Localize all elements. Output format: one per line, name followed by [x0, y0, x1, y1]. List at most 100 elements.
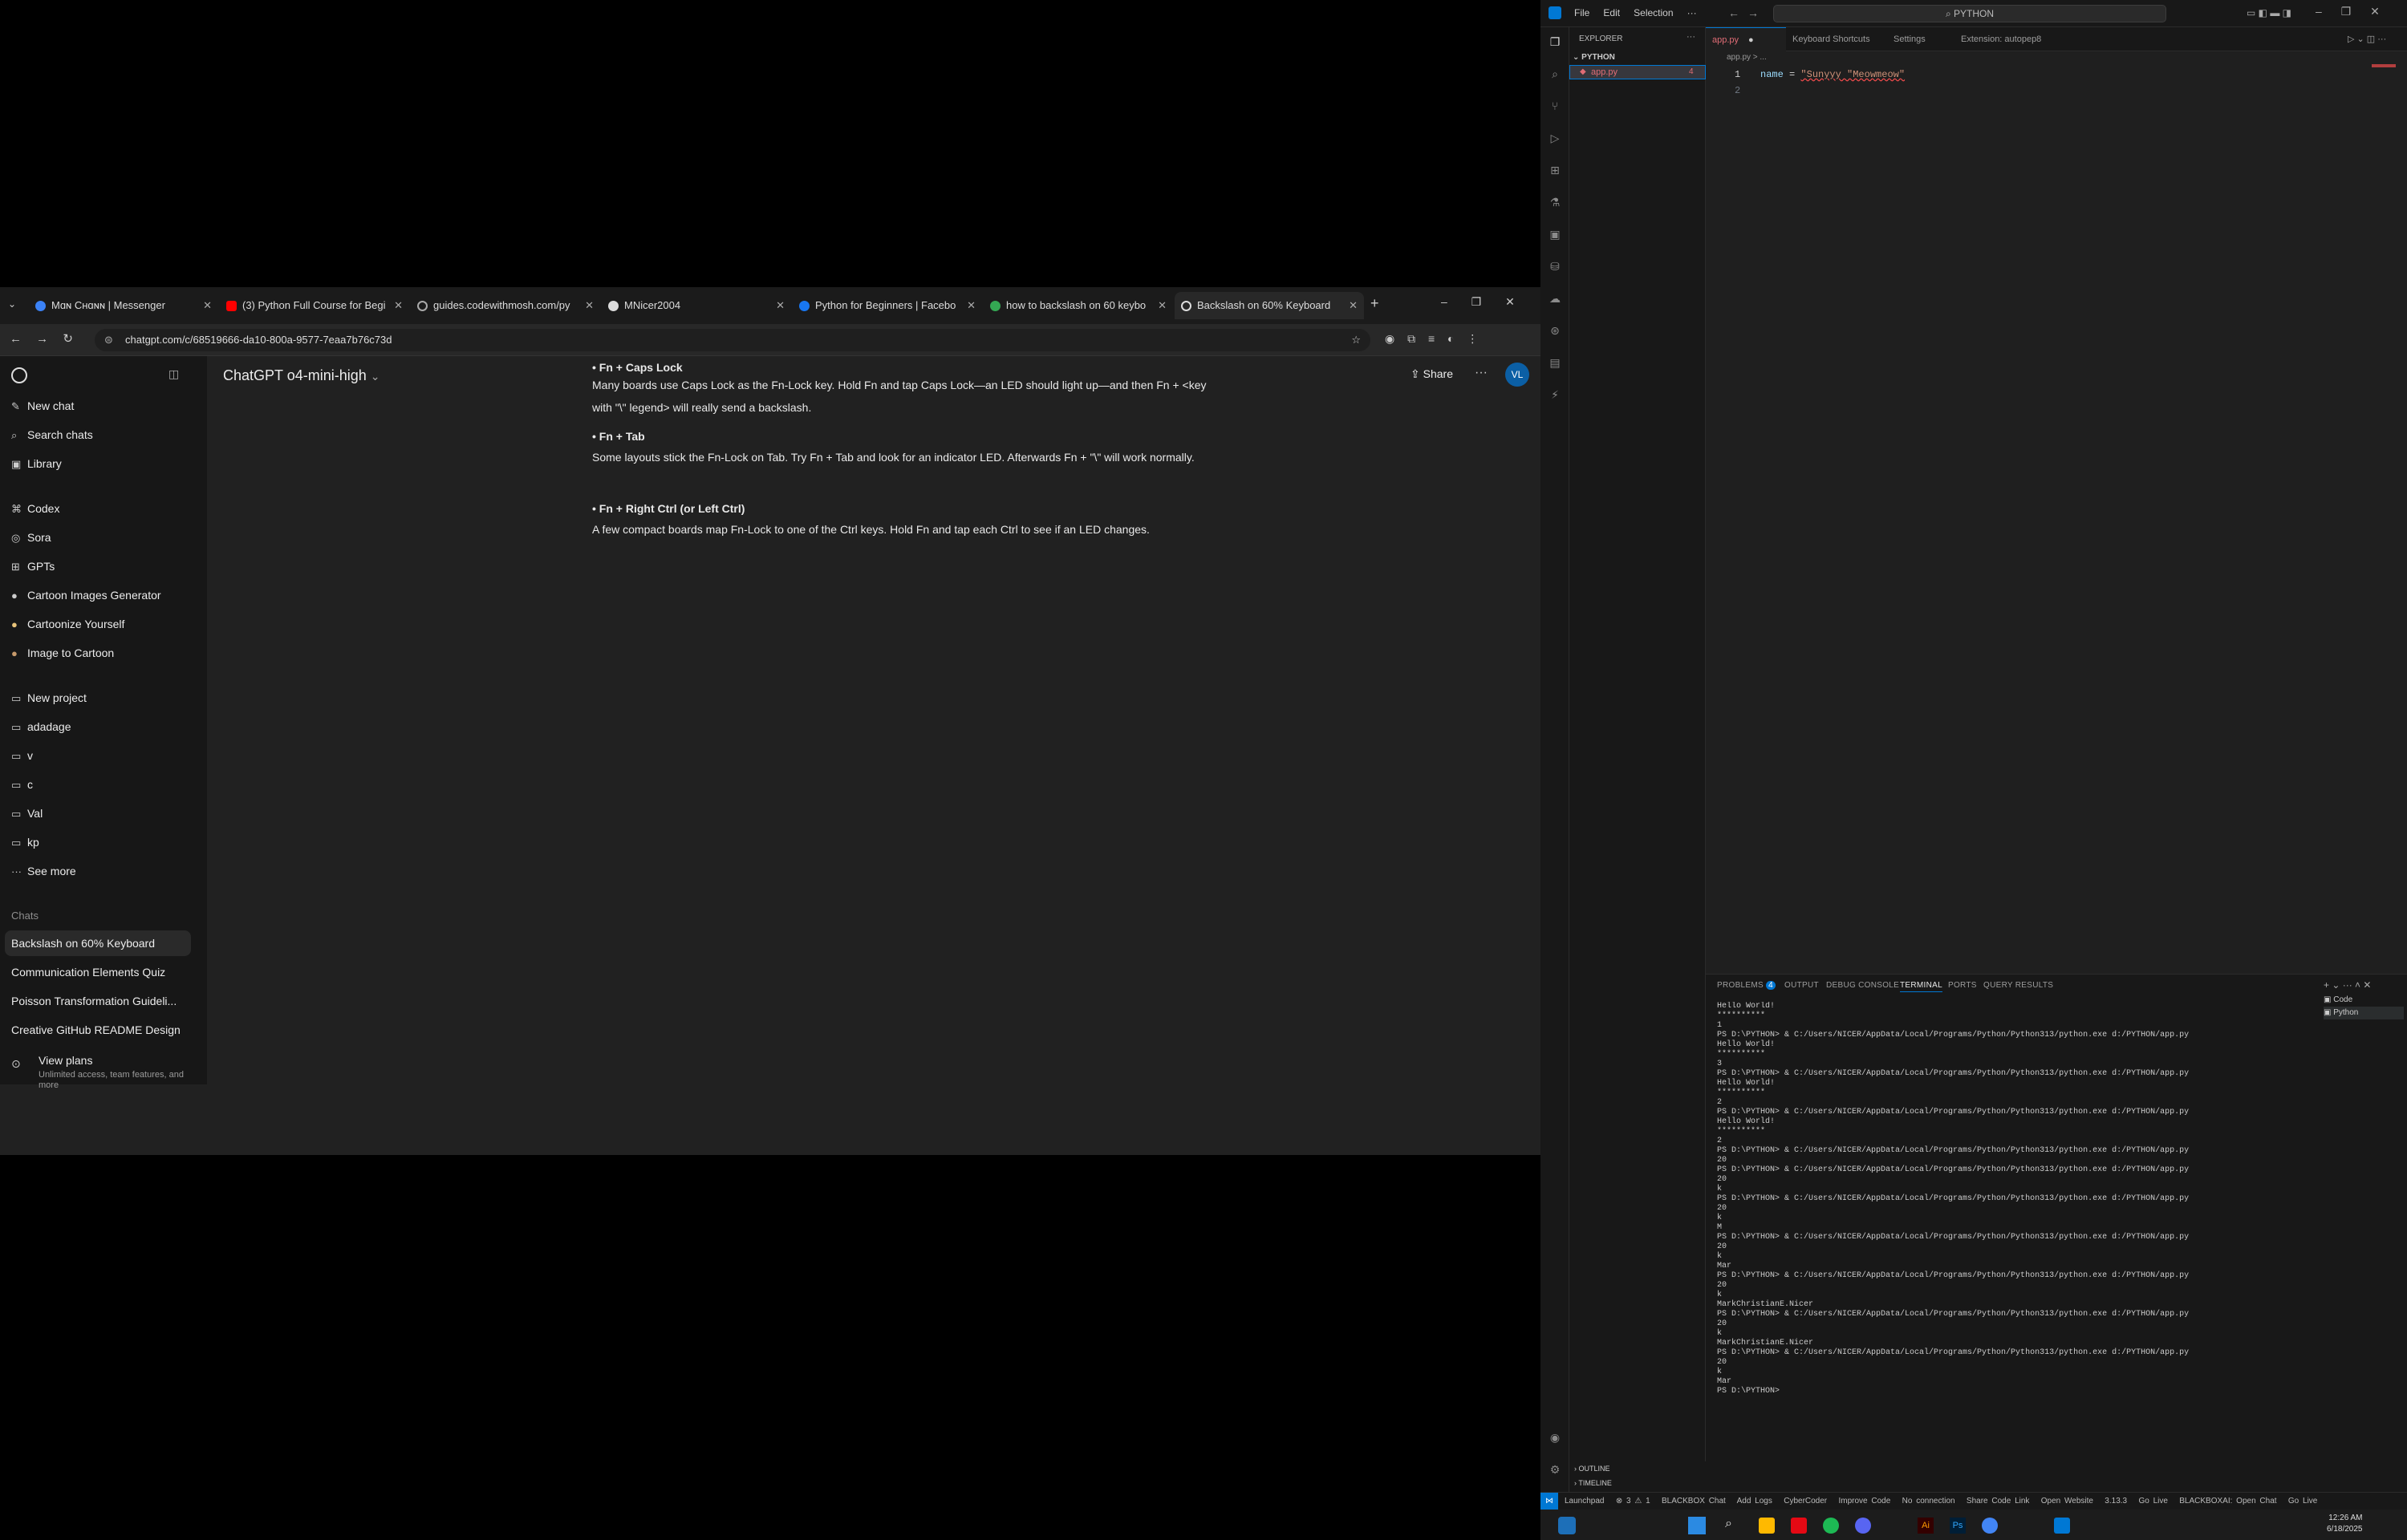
project-kp[interactable]: ▭ kp [11, 836, 39, 849]
bookmark-star-icon[interactable]: ☆ [1351, 329, 1361, 351]
discord-icon[interactable] [1855, 1518, 1871, 1534]
terminal-output[interactable]: Hello World! ********** 1 PS D:\PYTHON> … [1717, 1002, 2279, 1483]
tab-github[interactable]: MNicer2004 ✕ [602, 292, 791, 319]
site-info-icon[interactable]: ⊜ [104, 329, 113, 351]
url-bar[interactable]: ⊜ chatgpt.com/c/68519666-da10-800a-9577-7… [95, 329, 1370, 351]
chat-item[interactable]: Backslash on 60% Keyboard [11, 937, 155, 950]
tab-codewithmosh[interactable]: guides.codewithmosh.com/py ✕ [411, 292, 600, 319]
tab-output[interactable]: OUTPUT [1784, 981, 1819, 990]
run-python-icon[interactable]: ▷ ⌄ ◫ ··· [2348, 34, 2386, 44]
close-icon[interactable]: ✕ [394, 292, 403, 319]
tab-ports[interactable]: PORTS [1948, 981, 1977, 990]
tab-search-icon[interactable]: ⌄ [8, 298, 16, 310]
menu-edit[interactable]: Edit [1603, 7, 1620, 18]
tab-extension-autopep8[interactable]: Extension: autopep8 [1954, 27, 2091, 51]
manage-gear-icon[interactable]: ⚙ [1548, 1463, 1562, 1477]
openai-logo-icon[interactable] [11, 367, 27, 383]
nav-sora[interactable]: ◎ Sora [11, 531, 51, 545]
chat-item[interactable]: Communication Elements Quiz [11, 966, 165, 979]
vscode-taskbar-icon[interactable] [2054, 1518, 2070, 1534]
chat-icon[interactable]: ▤ [1548, 356, 1562, 371]
search-icon[interactable]: ⌕ [1725, 1517, 1732, 1531]
tab-app-py[interactable]: app.py ● [1706, 27, 1786, 51]
explorer-icon[interactable]: ❐ [1548, 35, 1562, 50]
avatar[interactable]: VL [1505, 363, 1529, 387]
extensions-toolbar[interactable]: ◉ ⧉ ≡ ◐ ⋮ [1385, 332, 1478, 346]
run-debug-icon[interactable]: ▷ [1548, 132, 1562, 146]
extensions-icon[interactable]: ⊞ [1548, 164, 1562, 178]
chat-item[interactable]: Poisson Transformation Guideli... [11, 995, 177, 1007]
tab-facebook[interactable]: Python for Beginners | Facebo ✕ [793, 292, 982, 319]
nav-see-more[interactable]: ··· See more [11, 865, 76, 877]
nav-search-chats[interactable]: ⌕ Search chats [11, 428, 93, 442]
share-button[interactable]: ⇪ Share [1411, 367, 1453, 381]
close-icon[interactable]: ✕ [1349, 292, 1358, 319]
close-sidebar-icon[interactable]: ◫ [168, 367, 179, 381]
netflix-icon[interactable] [1791, 1518, 1807, 1534]
tab-terminal[interactable]: TERMINAL [1900, 981, 1942, 992]
tab-chatgpt-active[interactable]: Backslash on 60% Keyboard ✕ [1175, 292, 1364, 319]
timeline-section[interactable]: › TIMELINE [1574, 1476, 1706, 1490]
illustrator-icon[interactable]: Ai [1918, 1518, 1934, 1534]
terminal-item-python[interactable]: ▣ Python [2324, 1007, 2404, 1019]
gpt-cartoonize-yourself[interactable]: ● Cartoonize Yourself [11, 618, 124, 630]
file-item-app-py[interactable]: ◆ app.py 4 [1569, 65, 1706, 79]
docker-icon[interactable]: ☁ [1548, 292, 1562, 306]
nav-back-icon[interactable]: ← [1728, 6, 1739, 19]
chat-item[interactable]: Creative GitHub README Design [11, 1023, 181, 1036]
widgets-icon[interactable] [1558, 1517, 1576, 1534]
model-selector[interactable]: ChatGPT o4-mini-high ⌄ [223, 367, 380, 384]
remote-indicator-icon[interactable]: ⋈ [1540, 1493, 1558, 1510]
explorer-more-icon[interactable]: ··· [1687, 32, 1695, 42]
project-val[interactable]: ▭ Val [11, 807, 43, 821]
tab-settings[interactable]: Settings [1887, 27, 1951, 51]
nav-gpts[interactable]: ⊞ GPTs [11, 560, 55, 573]
menu-more[interactable]: ··· [1687, 7, 1697, 18]
photoshop-icon[interactable]: Ps [1950, 1518, 1966, 1534]
close-icon[interactable]: ✕ [967, 292, 976, 319]
nav-forward-icon[interactable]: → [1747, 6, 1759, 19]
menu-file[interactable]: File [1574, 7, 1589, 18]
window-controls[interactable]: – ❐ ✕ [2316, 5, 2380, 18]
tab-problems[interactable]: PROBLEMS 4 [1717, 981, 1776, 990]
close-icon[interactable]: ✕ [776, 292, 785, 319]
nav-buttons[interactable]: ← → ↻ [10, 331, 73, 346]
nav-codex[interactable]: ⌘ Codex [11, 502, 59, 516]
account-icon[interactable]: ◉ [1548, 1431, 1562, 1445]
tab-youtube[interactable]: (3) Python Full Course for Begi ✕ [220, 292, 409, 319]
nav-new-chat[interactable]: ✎ New chat [11, 399, 74, 413]
project-c[interactable]: ▭ c [11, 778, 33, 792]
remote-explorer-icon[interactable]: ▣ [1548, 228, 1562, 242]
chrome-icon[interactable] [1982, 1518, 1998, 1534]
project-v[interactable]: ▭ v [11, 749, 33, 763]
source-control-icon[interactable]: ⑂ [1548, 99, 1562, 114]
terminal-item-code[interactable]: ▣ Code [2324, 994, 2404, 1007]
database-icon[interactable]: ⛁ [1548, 260, 1562, 274]
outline-section[interactable]: › OUTLINE [1574, 1461, 1706, 1476]
start-icon[interactable] [1688, 1517, 1706, 1534]
nav-new-project[interactable]: ▭ New project [11, 691, 87, 705]
gpt-cartoon-images-generator[interactable]: ● Cartoon Images Generator [11, 589, 161, 602]
spotify-icon[interactable] [1823, 1518, 1839, 1534]
browser-window-controls[interactable]: – ❐ ✕ [1441, 295, 1515, 309]
testing-icon[interactable]: ⚗ [1548, 196, 1562, 210]
tab-keyboard-shortcuts[interactable]: Keyboard Shortcuts [1786, 27, 1885, 51]
new-tab-button[interactable]: + [1370, 295, 1379, 312]
more-options-icon[interactable]: ··· [1475, 366, 1488, 380]
panel-actions-icon[interactable]: + ⌄ ··· ˄ ✕ [2324, 979, 2371, 991]
close-icon[interactable]: ✕ [585, 292, 594, 319]
tab-messenger[interactable]: Mɑɴ Cʜɑɴɴ | Messenger ✕ [29, 292, 218, 319]
nav-library[interactable]: ▣ Library [11, 457, 62, 471]
gpt-image-to-cartoon[interactable]: ● Image to Cartoon [11, 646, 114, 659]
code-editor[interactable]: app.py > ... 1 2 name = "Sunyyy "Meowmeo… [1706, 51, 2407, 974]
file-explorer-icon[interactable] [1759, 1518, 1775, 1534]
close-icon[interactable]: ✕ [203, 292, 212, 319]
search-icon[interactable]: ⌕ [1548, 67, 1562, 82]
tab-google[interactable]: how to backslash on 60 keybo ✕ [984, 292, 1173, 319]
project-adadage[interactable]: ▭ adadage [11, 720, 71, 734]
close-icon[interactable]: ✕ [1158, 292, 1167, 319]
layout-controls-icon[interactable]: ▭ ◧ ▬ ◨ [2247, 7, 2291, 18]
tab-debug-console[interactable]: DEBUG CONSOLE [1826, 981, 1899, 990]
tab-query-results[interactable]: QUERY RESULTS [1983, 981, 2053, 990]
menu-selection[interactable]: Selection [1634, 7, 1673, 18]
